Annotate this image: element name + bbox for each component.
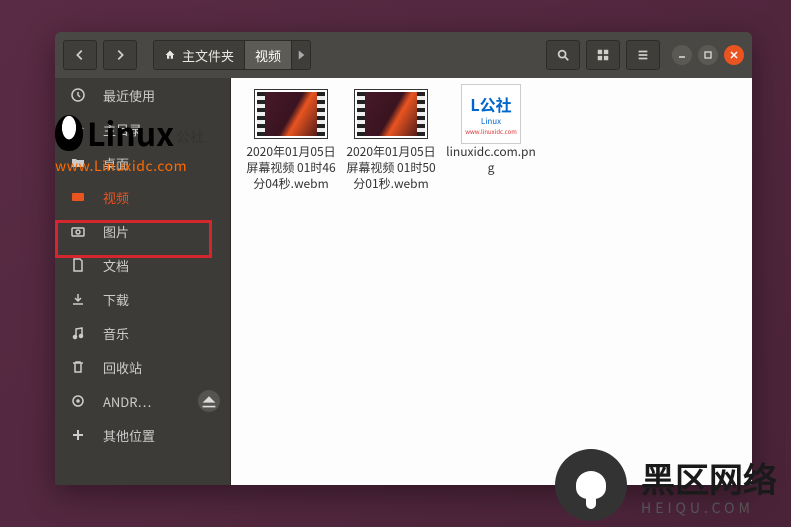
sidebar-item-label: 最近使用 [103, 86, 155, 105]
sidebar-item-label: 其他位置 [103, 426, 155, 445]
maximize-icon [703, 50, 713, 60]
chevron-right-icon [113, 48, 127, 62]
sidebar-item-trash[interactable]: 回收站 [55, 350, 230, 384]
download-icon [69, 291, 87, 307]
file-item-video-1[interactable]: 2020年01月05日 屏幕视频 01时46分04秒.webm [245, 90, 337, 193]
sidebar: 最近使用 主目录 桌面 视频 图片 文档 [55, 78, 231, 485]
file-name: 2020年01月05日 屏幕视频 01时50分01秒.webm [345, 144, 437, 193]
minimize-button[interactable] [672, 45, 692, 65]
sidebar-item-desktop[interactable]: 桌面 [55, 146, 230, 180]
drive-icon [69, 393, 87, 409]
file-item-video-2[interactable]: 2020年01月05日 屏幕视频 01时50分01秒.webm [345, 90, 437, 193]
grid-icon [596, 48, 610, 62]
sidebar-item-videos[interactable]: 视频 [55, 180, 230, 214]
doc-icon [69, 257, 87, 273]
home-icon [69, 121, 87, 137]
music-icon [69, 325, 87, 341]
view-toggle-button[interactable] [586, 40, 620, 70]
sidebar-item-pictures[interactable]: 图片 [55, 214, 230, 248]
sidebar-item-label: 下载 [103, 290, 129, 309]
breadcrumb-overflow[interactable] [292, 46, 310, 64]
sidebar-item-label: 主目录 [103, 120, 142, 139]
video-thumbnail-icon [255, 90, 327, 138]
close-icon [729, 50, 739, 60]
camera-icon [69, 223, 87, 239]
sidebar-item-label: 音乐 [103, 324, 129, 343]
watermark-heiqu-sub: HEIQU.COM [641, 498, 777, 518]
trash-icon [69, 359, 87, 375]
breadcrumb-current-label: 视频 [255, 46, 281, 65]
menu-button[interactable] [626, 40, 660, 70]
content-pane[interactable]: 2020年01月05日 屏幕视频 01时46分04秒.webm 2020年01月… [231, 78, 752, 485]
chevron-left-icon [73, 48, 87, 62]
plus-icon [69, 427, 87, 443]
breadcrumb: 主文件夹 视频 [153, 40, 311, 70]
sidebar-item-downloads[interactable]: 下载 [55, 282, 230, 316]
window-controls [672, 45, 744, 65]
video-thumbnail-icon [355, 90, 427, 138]
window-body: 最近使用 主目录 桌面 视频 图片 文档 [55, 78, 752, 485]
breadcrumb-home-label: 主文件夹 [182, 46, 234, 65]
triangle-right-icon [292, 46, 310, 64]
sidebar-item-documents[interactable]: 文档 [55, 248, 230, 282]
sidebar-item-label: 桌面 [103, 154, 129, 173]
nav-group [63, 40, 137, 70]
titlebar: 主文件夹 视频 [55, 32, 752, 78]
forward-button[interactable] [103, 40, 137, 70]
clock-icon [69, 87, 87, 103]
video-icon [69, 189, 87, 205]
sidebar-item-recent[interactable]: 最近使用 [55, 78, 230, 112]
breadcrumb-home[interactable]: 主文件夹 [154, 41, 245, 69]
minimize-icon [677, 50, 687, 60]
image-thumbnail-icon: L公社Linuxwww.linuxidc.com [455, 90, 527, 138]
eject-icon [201, 393, 217, 409]
sidebar-item-home[interactable]: 主目录 [55, 112, 230, 146]
search-button[interactable] [546, 40, 580, 70]
sidebar-item-label: 图片 [103, 222, 129, 241]
file-manager-window: 主文件夹 视频 [55, 32, 752, 485]
sidebar-item-music[interactable]: 音乐 [55, 316, 230, 350]
sidebar-item-label: 视频 [103, 188, 129, 207]
hamburger-icon [636, 48, 650, 62]
sidebar-item-label: 回收站 [103, 358, 142, 377]
back-button[interactable] [63, 40, 97, 70]
folder-icon [69, 155, 87, 171]
sidebar-item-drive[interactable]: ANDR… [55, 384, 230, 418]
file-item-image-1[interactable]: L公社Linuxwww.linuxidc.com linuxidc.com.pn… [445, 90, 537, 193]
breadcrumb-current[interactable]: 视频 [245, 41, 292, 69]
maximize-button[interactable] [698, 45, 718, 65]
sidebar-item-label: ANDR… [103, 392, 151, 411]
eject-button[interactable] [198, 390, 220, 412]
home-icon [164, 49, 176, 61]
file-name: 2020年01月05日 屏幕视频 01时46分04秒.webm [245, 144, 337, 193]
sidebar-item-other[interactable]: 其他位置 [55, 418, 230, 452]
file-name: linuxidc.com.png [445, 144, 537, 176]
close-button[interactable] [724, 45, 744, 65]
search-icon [556, 48, 570, 62]
sidebar-item-label: 文档 [103, 256, 129, 275]
